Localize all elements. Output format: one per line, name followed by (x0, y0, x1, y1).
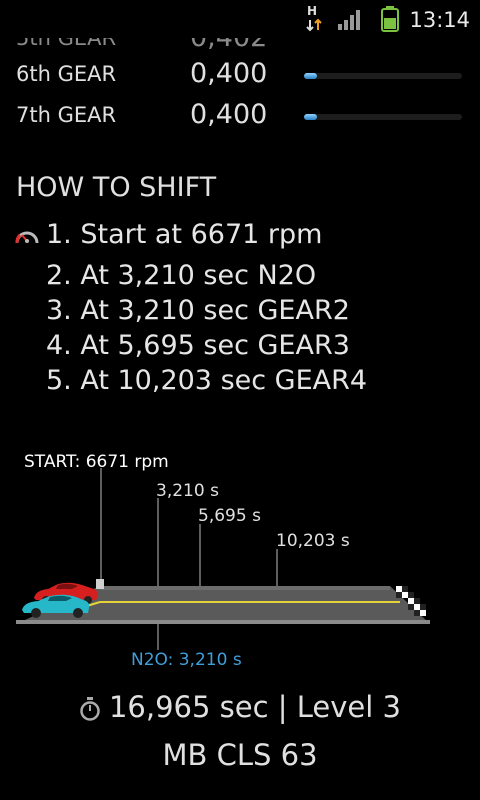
car-name: MB CLS 63 (162, 738, 318, 772)
shift-step: 5. At 10,203 sec GEAR4 (46, 365, 368, 396)
battery-icon (381, 6, 399, 32)
slider-fill (304, 73, 317, 79)
result-time: 16,965 sec | Level 3 (108, 690, 401, 724)
gear-ratio-slider[interactable] (304, 114, 462, 120)
start-light (96, 579, 104, 589)
status-bar: H 13:14 (0, 0, 480, 38)
gear-row-7: 7th GEAR 0,400 (0, 99, 480, 135)
shift-step: 2. At 3,210 sec N2O (46, 260, 317, 291)
gear-name: 7th GEAR (16, 103, 117, 127)
how-to-shift-title: HOW TO SHIFT (16, 172, 217, 203)
tachometer-icon (15, 231, 39, 244)
gear-row-6: 6th GEAR 0,400 (0, 58, 480, 94)
marker-label-1: 3,210 s (156, 481, 219, 501)
marker-label-2: 5,695 s (198, 506, 261, 526)
marker-label-3: 10,203 s (276, 531, 350, 551)
clock: 13:14 (409, 8, 470, 32)
n2o-label: N2O: 3,210 s (131, 650, 242, 670)
shift-step: 1. Start at 6671 rpm (46, 219, 323, 250)
stopwatch-icon (80, 697, 100, 721)
gear-ratio-value: 0,400 (190, 58, 268, 89)
gear-ratio-slider[interactable] (304, 73, 462, 79)
hspa-data-icon: H (304, 4, 326, 32)
race-diagram: START: 6671 rpm 3,210 s 5,695 s 10,203 s… (16, 452, 430, 670)
shift-step: 3. At 3,210 sec GEAR2 (46, 295, 350, 326)
shift-step: 4. At 5,695 sec GEAR3 (46, 330, 350, 361)
gear-name: 6th GEAR (16, 62, 117, 86)
start-label: START: 6671 rpm (24, 452, 169, 472)
signal-strength-icon (338, 10, 360, 30)
gear-ratio-value: 0,400 (190, 99, 268, 130)
result-line: 16,965 sec | Level 3 (0, 690, 480, 724)
slider-fill (304, 114, 317, 120)
